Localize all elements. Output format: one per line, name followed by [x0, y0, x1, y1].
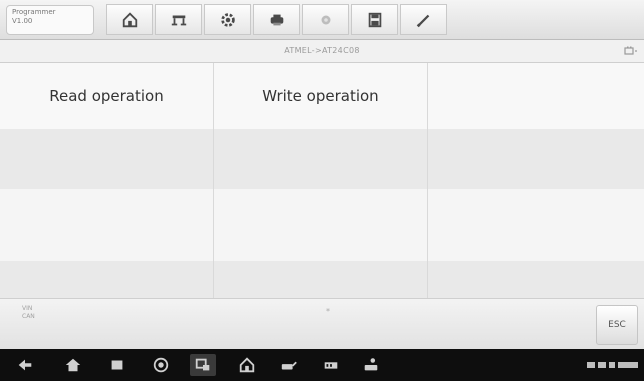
app-name: Programmer — [12, 8, 56, 16]
clock-icon — [618, 362, 638, 368]
programmer-screen: Programmer V1.00 ATMEL->AT24C08 Read ope… — [0, 0, 644, 381]
vehicle-info: VIN CAN — [22, 305, 35, 321]
signal-icon — [587, 362, 595, 368]
maxifix-home-button[interactable] — [234, 354, 260, 376]
settings-button[interactable] — [204, 4, 251, 35]
grid-row — [0, 189, 644, 261]
android-nav-bar — [0, 349, 644, 381]
empty-cell — [428, 63, 644, 129]
top-toolbar: Programmer V1.00 — [0, 0, 644, 40]
android-home-button[interactable] — [60, 354, 86, 376]
screenshot-button[interactable] — [190, 354, 216, 376]
app-title-box: Programmer V1.00 — [6, 5, 94, 35]
vci-icon — [281, 361, 297, 370]
back-icon — [18, 359, 32, 371]
chip-name: ATMEL->AT24C08 — [284, 46, 360, 55]
print-button[interactable] — [253, 4, 300, 35]
vehicle-swap-icon — [171, 15, 186, 25]
empty-cell — [214, 189, 428, 261]
print-icon — [270, 14, 283, 25]
vci-button[interactable] — [276, 354, 302, 376]
chip-header-bar: ATMEL->AT24C08 — [0, 40, 644, 63]
app-version: V1.00 — [12, 17, 33, 25]
empty-cell — [0, 129, 214, 189]
write-operation-button[interactable]: Write operation — [214, 63, 428, 129]
back-button[interactable] — [12, 354, 38, 376]
save-button[interactable] — [351, 4, 398, 35]
recents-button[interactable] — [104, 354, 130, 376]
recents-icon — [111, 360, 123, 370]
read-operation-label: Read operation — [49, 87, 164, 105]
protocol-label: CAN — [22, 313, 35, 320]
screenshot-icon — [195, 358, 210, 371]
empty-cell — [0, 189, 214, 261]
home-icon — [122, 11, 137, 27]
vin-label: VIN — [22, 305, 33, 312]
grid-row: Read operation Write operation — [0, 63, 644, 129]
settings-icon — [220, 12, 235, 27]
home-icon — [65, 358, 81, 372]
data-logging-button[interactable] — [400, 4, 447, 35]
maxifix-home-icon — [239, 357, 255, 373]
help-icon — [321, 15, 330, 24]
grid-row — [0, 261, 644, 298]
esc-button[interactable]: ESC — [596, 305, 638, 345]
data-logging-icon — [416, 14, 429, 27]
empty-cell — [428, 261, 644, 298]
empty-cell — [214, 261, 428, 298]
empty-cell — [428, 189, 644, 261]
car-wifi-icon — [364, 358, 378, 371]
battery-voltage-icon — [624, 46, 637, 55]
vehicle-swap-button[interactable] — [155, 4, 202, 35]
help-button[interactable] — [302, 4, 349, 35]
save-icon — [368, 12, 381, 27]
empty-cell — [428, 129, 644, 189]
footer-center-mark: * — [326, 307, 330, 316]
status-tray — [587, 361, 638, 369]
write-operation-label: Write operation — [262, 87, 379, 105]
function-grid: Read operation Write operation — [0, 63, 644, 298]
vcmi-icon — [324, 362, 338, 369]
vcmi-button[interactable] — [318, 354, 344, 376]
car-wifi-button[interactable] — [358, 354, 384, 376]
home-button[interactable] — [106, 4, 153, 35]
battery-icon — [609, 362, 615, 368]
footer-bar: VIN CAN * ESC — [0, 298, 644, 349]
wifi-icon — [598, 362, 606, 368]
chrome-icon — [153, 357, 169, 373]
browser-button[interactable] — [148, 354, 174, 376]
read-operation-button[interactable]: Read operation — [0, 63, 214, 129]
empty-cell — [0, 261, 214, 298]
empty-cell — [214, 129, 428, 189]
grid-row — [0, 129, 644, 189]
